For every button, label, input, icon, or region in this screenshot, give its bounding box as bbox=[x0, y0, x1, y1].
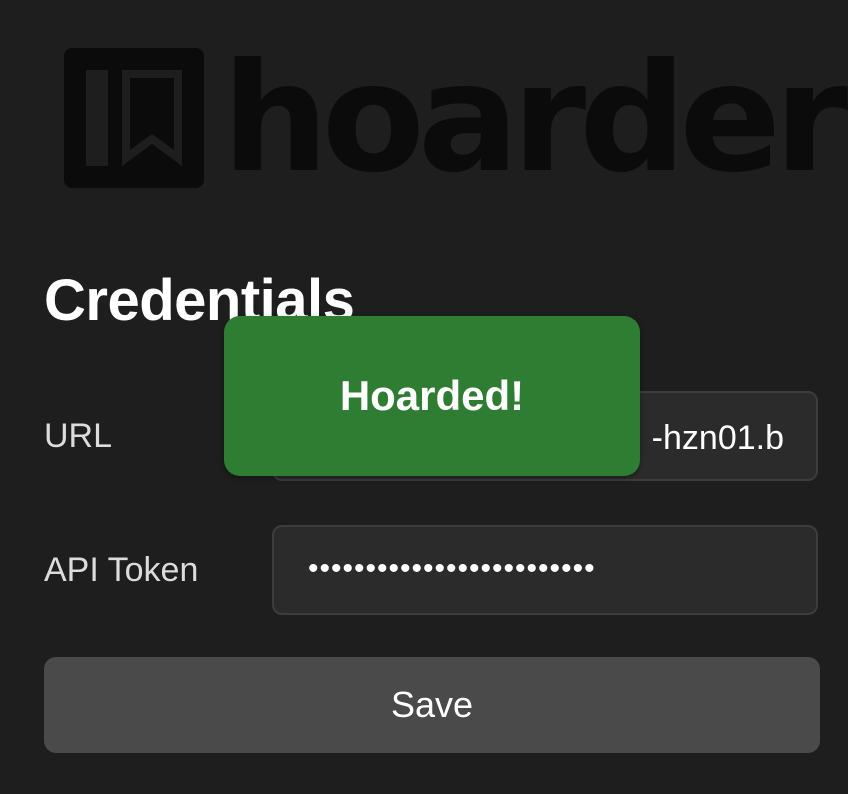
url-input-value: -hzn01.b bbox=[651, 419, 784, 457]
bookmark-logo-icon bbox=[64, 48, 204, 188]
save-button[interactable]: Save bbox=[44, 657, 820, 753]
api-token-label: API Token bbox=[44, 551, 199, 589]
toast-message: Hoarded! bbox=[339, 372, 525, 419]
brand-wordmark: hoarder bbox=[222, 32, 848, 206]
api-token-input[interactable]: ••••••••••••••••••••••••• bbox=[272, 525, 818, 615]
hoarded-toast: Hoarded! bbox=[224, 316, 640, 476]
url-label: URL bbox=[44, 417, 113, 455]
popup-page: hoarder Credentials URL -hzn01.b API Tok… bbox=[0, 0, 848, 794]
hoarder-logo: hoarder bbox=[64, 34, 848, 204]
api-token-masked-value: ••••••••••••••••••••••••• bbox=[308, 552, 596, 585]
